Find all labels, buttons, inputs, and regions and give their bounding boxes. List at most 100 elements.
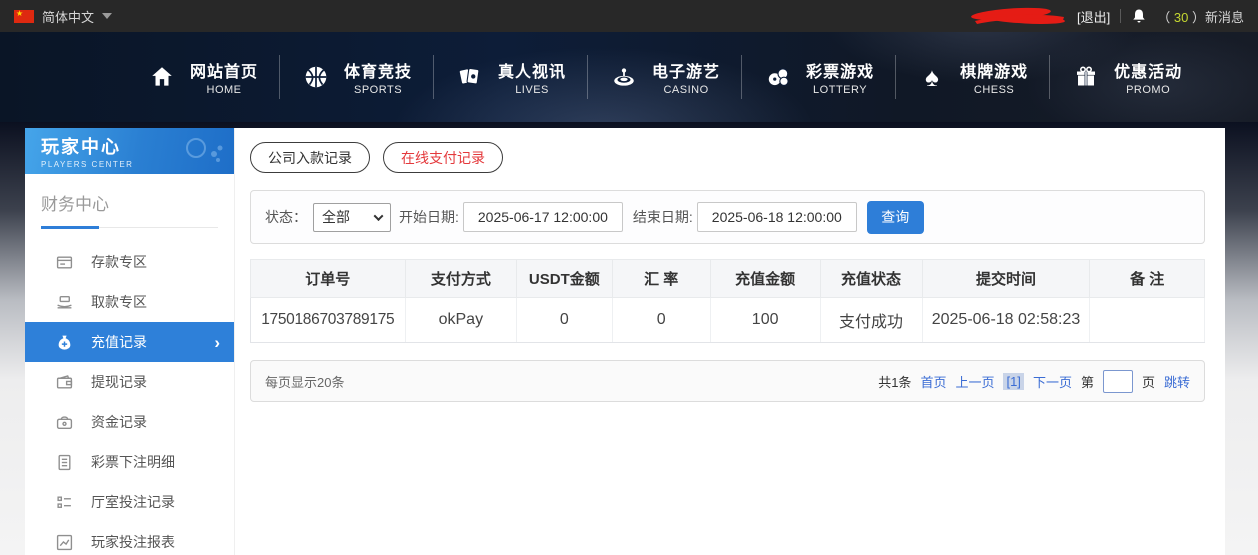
- current-page-indicator: [1]: [1003, 373, 1023, 390]
- tab-online-payment-records[interactable]: 在线支付记录: [383, 142, 503, 173]
- nav-label-cn: 真人视讯: [498, 58, 566, 82]
- nav-item-promo[interactable]: 优惠活动 PROMO: [1050, 58, 1203, 96]
- total-count: 共1条: [878, 372, 911, 391]
- bell-icon[interactable]: [1131, 8, 1147, 25]
- sidebar-header: 玩家中心 PLAYERS CENTER: [25, 128, 234, 174]
- nav-label-en: PROMO: [1114, 84, 1182, 96]
- start-date-label: 开始日期:: [399, 207, 459, 227]
- nav-item-home[interactable]: 网站首页 HOME: [126, 58, 279, 96]
- cell-submit-time: 2025-06-18 02:58:23: [922, 298, 1090, 343]
- header-submit-time: 提交时间: [922, 260, 1090, 298]
- nav-item-sports[interactable]: 体育竞技 SPORTS: [280, 58, 433, 96]
- end-date-label: 结束日期:: [633, 207, 693, 227]
- redacted-username: [969, 5, 1067, 27]
- nav-label-en: SPORTS: [344, 84, 412, 96]
- wallet-icon: [55, 373, 73, 391]
- nav-item-lottery[interactable]: 彩票游戏 LOTTERY: [742, 58, 895, 96]
- lottery-balls-icon: [763, 62, 793, 92]
- sidebar: 玩家中心 PLAYERS CENTER 财务中心 存款专区: [25, 128, 235, 555]
- jump-label-after: 页: [1142, 372, 1155, 391]
- jump-page-input[interactable]: [1103, 370, 1133, 393]
- cell-order-no: 1750186703789175: [251, 298, 406, 343]
- nav-label-cn: 网站首页: [190, 58, 258, 82]
- sidebar-item-label: 取款专区: [91, 292, 147, 312]
- sidebar-item-label: 玩家投注报表: [91, 532, 175, 552]
- content-wrapper: 玩家中心 PLAYERS CENTER 财务中心 存款专区: [25, 128, 1225, 555]
- report-chart-icon: [55, 533, 73, 551]
- nav-label-cn: 电子游艺: [652, 58, 720, 82]
- nav-item-casino[interactable]: 电子游艺 CASINO: [588, 58, 741, 96]
- china-flag-icon: ★: [14, 10, 34, 23]
- language-selector[interactable]: ★ 简体中文: [14, 7, 112, 26]
- withdraw-hand-icon: [55, 293, 73, 311]
- document-icon: [55, 453, 73, 471]
- start-date-input[interactable]: [463, 202, 623, 232]
- sidebar-item-recharge-records[interactable]: 充值记录 ›: [25, 322, 234, 362]
- messages-close: ）新消息: [1188, 10, 1244, 25]
- list-icon: [55, 493, 73, 511]
- end-date-input[interactable]: [697, 202, 857, 232]
- cell-recharge-status: 支付成功: [820, 298, 922, 343]
- header-usdt-amount: USDT金额: [517, 260, 612, 298]
- nav-label-cn: 体育竞技: [344, 58, 412, 82]
- status-label: 状态：: [265, 207, 307, 227]
- nav-label-en: CASINO: [652, 84, 720, 96]
- jump-go-link[interactable]: 跳转: [1164, 372, 1190, 391]
- status-select[interactable]: 全部: [313, 203, 391, 232]
- section-underline: [41, 226, 218, 228]
- nav-label-en: CHESS: [960, 84, 1028, 96]
- nav-item-lives[interactable]: 真人视讯 LIVES: [434, 58, 587, 96]
- per-page-label: 每页显示20条: [265, 372, 344, 391]
- header-exchange-rate: 汇 率: [612, 260, 710, 298]
- purse-icon: [55, 413, 73, 431]
- tab-company-deposit-records[interactable]: 公司入款记录: [250, 142, 370, 173]
- home-icon: [147, 62, 177, 92]
- header-pay-method: 支付方式: [405, 260, 517, 298]
- cell-pay-method: okPay: [405, 298, 517, 343]
- sidebar-item-deposit[interactable]: 存款专区: [25, 242, 234, 282]
- sidebar-item-withdraw-zone[interactable]: 取款专区: [25, 282, 234, 322]
- filter-bar: 状态： 全部 开始日期: 结束日期: 查询: [250, 190, 1205, 244]
- search-button[interactable]: 查询: [867, 201, 924, 234]
- chevron-down-icon: [102, 13, 112, 19]
- sidebar-item-hall-bet-records[interactable]: 厅室投注记录: [25, 482, 234, 522]
- sidebar-item-label: 充值记录: [91, 332, 147, 352]
- header-order-no: 订单号: [251, 260, 406, 298]
- sidebar-item-lottery-bet-detail[interactable]: 彩票下注明细: [25, 442, 234, 482]
- sidebar-item-player-bet-report[interactable]: 玩家投注报表: [25, 522, 234, 555]
- header-remark: 备 注: [1090, 260, 1205, 298]
- nav-label-cn: 彩票游戏: [806, 58, 874, 82]
- chevron-right-icon: ›: [214, 334, 220, 351]
- cell-exchange-rate: 0: [612, 298, 710, 343]
- first-page-link[interactable]: 首页: [920, 372, 946, 391]
- messages-open: （: [1157, 10, 1174, 25]
- deposit-machine-icon: [55, 253, 73, 271]
- new-messages-link[interactable]: （ 30 ）新消息: [1157, 7, 1244, 26]
- divider: [1120, 9, 1121, 23]
- nav-label-cn: 优惠活动: [1114, 58, 1182, 82]
- prev-page-link[interactable]: 上一页: [955, 372, 994, 391]
- top-bar: ★ 简体中文 [退出] （ 30 ）新消息: [0, 0, 1258, 32]
- header-recharge-status: 充值状态: [820, 260, 922, 298]
- money-bag-icon: [55, 333, 73, 351]
- next-page-link[interactable]: 下一页: [1033, 372, 1072, 391]
- section-title: 财务中心: [41, 190, 218, 215]
- header-recharge-amount: 充值金额: [710, 260, 820, 298]
- gift-icon: [1071, 62, 1101, 92]
- roulette-icon: [609, 62, 639, 92]
- chevron-down-icon: [374, 211, 384, 221]
- logout-link[interactable]: [退出]: [1077, 7, 1110, 26]
- pagination-bar: 每页显示20条 共1条 首页 上一页 [1] 下一页 第 页 跳转: [250, 360, 1205, 402]
- jump-label-before: 第: [1081, 372, 1094, 391]
- sidebar-item-label: 存款专区: [91, 252, 147, 272]
- sidebar-item-fund-records[interactable]: 资金记录: [25, 402, 234, 442]
- messages-count: 30: [1174, 10, 1188, 25]
- cell-remark: [1090, 298, 1205, 343]
- playing-cards-icon: [455, 62, 485, 92]
- spade-icon: ♠: [917, 62, 947, 92]
- nav-item-chess[interactable]: ♠ 棋牌游戏 CHESS: [896, 58, 1049, 96]
- table-header-row: 订单号 支付方式 USDT金额 汇 率 充值金额 充值状态 提交时间 备 注: [251, 260, 1205, 298]
- sidebar-item-label: 提现记录: [91, 372, 147, 392]
- sidebar-item-withdrawal-records[interactable]: 提现记录: [25, 362, 234, 402]
- nav-label-en: HOME: [190, 84, 258, 96]
